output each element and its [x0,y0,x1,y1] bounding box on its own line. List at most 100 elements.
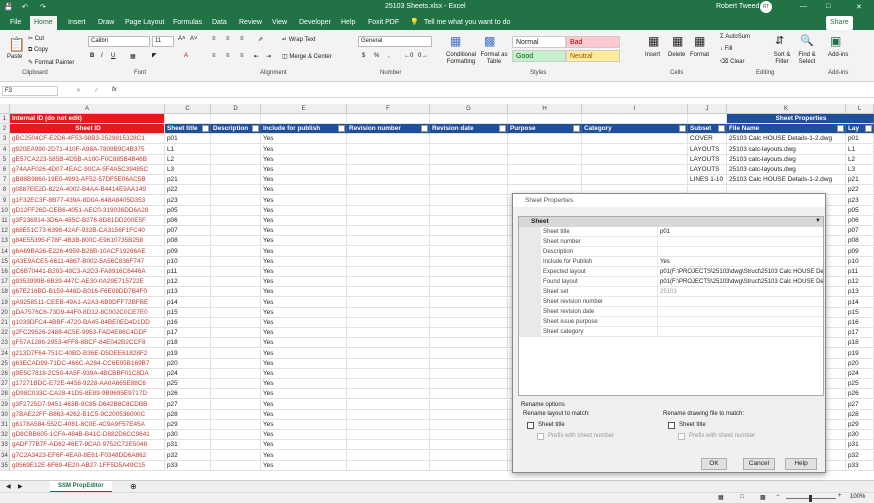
tab-formulas[interactable]: Formulas [169,16,206,30]
table-cell[interactable]: p33 [165,460,211,471]
property-value[interactable]: 25103 [657,287,823,297]
table-cell[interactable] [347,246,430,257]
table-cell[interactable]: p27 [846,399,874,410]
table-cell[interactable]: gA9258511-CEEB-49A1-A2A3-6B9DFF72BFBE [10,297,165,308]
table-cell[interactable]: gD98C033C-CA28-41D5-8E89-9B9695E9717D [10,389,165,400]
column-header[interactable]: L [846,104,874,114]
table-cell[interactable] [211,287,261,298]
add-ins-button[interactable]: Add-ins [828,52,848,58]
table-cell[interactable]: p28 [846,409,874,420]
empty-cell[interactable] [261,114,347,124]
table-cell[interactable]: Yes [261,256,347,267]
row-header[interactable]: 17 [0,277,10,288]
table-cell[interactable] [211,277,261,288]
table-cell[interactable]: Yes [261,369,347,379]
table-cell[interactable]: g0887EE2D-822A-4002-B4AA-B4414E9AA149 [10,185,165,196]
increase-decimal-icon[interactable]: ←0 [404,53,413,59]
fill-button[interactable]: ↓ Fill [720,46,732,52]
table-cell[interactable]: L1 [846,144,874,155]
table-cell[interactable]: Yes [261,328,347,339]
table-cell[interactable]: Yes [261,399,347,410]
filter-dropdown-icon[interactable] [421,125,428,133]
column-header[interactable]: D [211,104,261,114]
table-cell[interactable]: Yes [261,267,347,277]
property-row[interactable]: Sheet revision date [519,307,823,317]
column-header[interactable]: H [508,104,582,114]
find-select-button[interactable]: Find & Select [794,52,820,66]
table-cell[interactable]: g920EA990-2D71-410F-A98A-7809B9C4B375 [10,144,165,155]
row-header[interactable]: 3 [0,134,10,145]
row-header[interactable]: 18 [0,287,10,298]
center-icon[interactable]: ≡ [226,53,230,59]
table-cell[interactable] [211,420,261,430]
table-cell[interactable] [347,134,430,145]
table-cell[interactable]: Yes [261,348,347,359]
file-sheet-title-checkbox[interactable] [668,422,675,429]
table-cell[interactable] [347,226,430,237]
table-cell[interactable] [430,460,508,471]
table-cell[interactable]: g7C2A3423-EF6F-4EA0-8E61-F0348DD6A862 [10,450,165,461]
insert-cells-button[interactable]: Insert [645,52,660,58]
table-cell[interactable] [347,256,430,267]
table-cell[interactable]: p31 [165,440,211,451]
row-header[interactable]: 8 [0,185,10,196]
format-as-table-button[interactable]: Format as Table [478,52,510,66]
tab-foxit-pdf[interactable]: Foxit PDF [364,16,403,30]
table-cell[interactable] [347,399,430,410]
table-cell[interactable] [211,185,261,196]
normal-view-icon[interactable]: ▦ [718,494,724,501]
number-format-select[interactable]: General [358,36,432,47]
table-cell[interactable] [430,318,508,328]
table-cell[interactable] [347,440,430,451]
borders-icon[interactable]: ▦ [130,53,136,60]
table-cell[interactable]: p16 [846,318,874,328]
table-cell[interactable]: p26 [846,389,874,400]
align-right-icon[interactable]: ≡ [240,53,244,59]
table-cell[interactable]: Yes [261,409,347,420]
tell-me-search[interactable]: Tell me what you want to do [420,16,514,30]
table-cell[interactable]: g63ECAD99-71DC-466C-A284-CC6E05B169B7 [10,358,165,369]
add-sheet-icon[interactable]: ⊕ [130,482,137,491]
underline-icon[interactable]: U [111,53,115,59]
table-cell[interactable]: Yes [261,246,347,257]
property-row[interactable]: Sheet issue purpose [519,317,823,327]
table-cell[interactable] [430,236,508,247]
table-cell[interactable] [347,358,430,369]
table-cell[interactable] [508,134,582,145]
column-filter-header[interactable]: Revision date [430,124,508,135]
wrap-text-button[interactable]: ↵ Wrap Text [282,36,316,43]
table-cell[interactable]: g3F2725D7-9451-463B-9C85-D642B8C8CDBB [10,399,165,410]
table-cell[interactable] [430,389,508,400]
table-cell[interactable] [430,328,508,339]
collapse-icon[interactable]: ▼ [815,218,821,224]
table-cell[interactable]: p24 [846,369,874,379]
sort-filter-button[interactable]: Sort & Filter [770,52,794,66]
row-header[interactable]: 13 [0,236,10,247]
table-cell[interactable] [347,450,430,461]
table-cell[interactable] [430,246,508,257]
empty-cell[interactable] [508,114,582,124]
row-header[interactable]: 11 [0,216,10,227]
table-cell[interactable]: Yes [261,226,347,237]
style-normal[interactable]: Normal [512,36,566,48]
table-cell[interactable]: Yes [261,134,347,145]
row-header[interactable]: 31 [0,420,10,431]
table-cell[interactable]: gDA7576C6-73D9-44F0-8D12-8C002C0CE7E0 [10,307,165,318]
table-cell[interactable] [211,195,261,206]
table-cell[interactable]: p17 [165,328,211,339]
property-value[interactable]: p01 [657,227,823,237]
row-header[interactable]: 35 [0,460,10,471]
table-cell[interactable]: p15 [846,307,874,318]
table-cell[interactable]: gC6B70441-B203-48C3-A2D3-FA8916C6446A [10,267,165,277]
table-cell[interactable]: p01 [165,134,211,145]
table-cell[interactable] [347,420,430,430]
table-cell[interactable]: LAYOUTS [688,154,727,165]
table-cell[interactable]: Yes [261,297,347,308]
table-cell[interactable]: g84E55395-F78F-4B3B-800C-E9610735B258 [10,236,165,247]
table-cell[interactable] [347,205,430,216]
property-value[interactable]: Yes [657,257,823,267]
column-filter-header[interactable]: Revision number [347,124,430,135]
table-cell[interactable]: p24 [165,369,211,379]
tab-help[interactable]: Help [337,16,359,30]
column-header[interactable]: G [430,104,508,114]
